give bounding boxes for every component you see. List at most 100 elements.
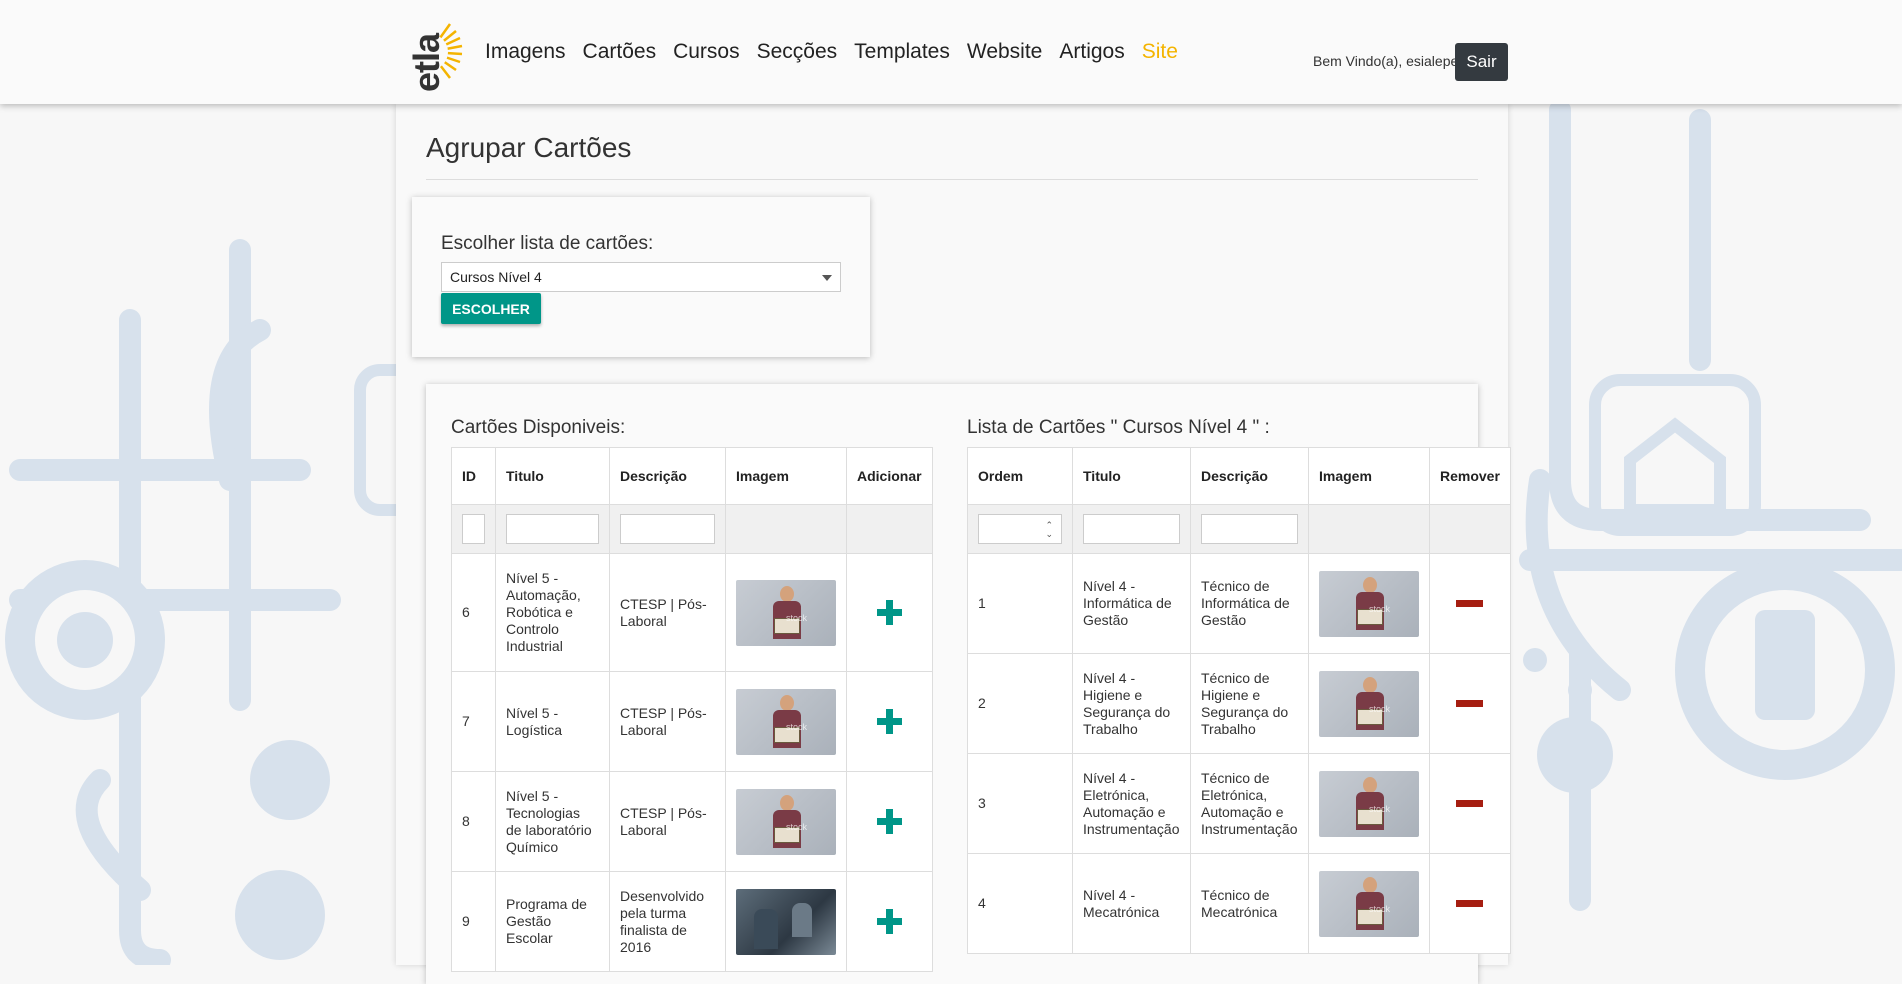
card-id: 8 bbox=[451, 771, 496, 872]
order-filter-stepper[interactable]: ⌃ ⌄ bbox=[978, 514, 1062, 544]
column-header-description[interactable]: Descrição bbox=[1190, 447, 1309, 505]
title-filter-input[interactable] bbox=[1083, 514, 1180, 544]
logo-text: etla bbox=[406, 33, 448, 93]
table-header-row: ID Titulo Descrição Imagem Adicionar bbox=[451, 447, 933, 505]
column-header-id[interactable]: ID bbox=[451, 447, 496, 505]
chevron-down-icon bbox=[822, 275, 832, 281]
remove-card-minus-icon[interactable] bbox=[1456, 600, 1484, 607]
table-row: 9 Programa de Gestão Escolar Desenvolvid… bbox=[451, 871, 933, 972]
card-order: 1 bbox=[967, 553, 1073, 654]
filter-cell: ⌃ ⌄ bbox=[967, 504, 1073, 554]
nav-link-cursos[interactable]: Cursos bbox=[673, 40, 740, 64]
column-header-title[interactable]: Titulo bbox=[1072, 447, 1191, 505]
logout-button[interactable]: Sair bbox=[1455, 43, 1508, 81]
remove-cell bbox=[1429, 753, 1511, 854]
student-thumbnail: stock bbox=[1319, 870, 1419, 937]
column-header-order[interactable]: Ordem bbox=[967, 447, 1073, 505]
filter-cell bbox=[1429, 504, 1511, 554]
filter-cell bbox=[609, 504, 726, 554]
card-description: Técnico de Informática de Gestão bbox=[1190, 553, 1309, 654]
lists-card: Cartões Disponiveis: ID Titulo Descrição… bbox=[426, 384, 1511, 984]
lab-thumbnail bbox=[736, 888, 836, 955]
nav-link-imagens[interactable]: Imagens bbox=[485, 40, 566, 64]
description-filter-input[interactable] bbox=[620, 514, 715, 544]
card-list-select[interactable]: Cursos Nível 4 bbox=[441, 262, 841, 292]
nav-link-seccoes[interactable]: Secções bbox=[757, 40, 838, 64]
table-row: 3 Nível 4 - Eletrónica, Automação e Inst… bbox=[967, 753, 1511, 854]
table-header-row: Ordem Titulo Descrição Imagem Remover bbox=[967, 447, 1511, 505]
selected-list-title: Lista de Cartões " Cursos Nível 4 " : bbox=[967, 417, 1270, 438]
table-row: 6 Nível 5 - Automação, Robótica e Contro… bbox=[451, 553, 933, 672]
student-thumbnail: stock bbox=[736, 788, 836, 855]
nav-link-site[interactable]: Site bbox=[1142, 40, 1178, 64]
card-description: CTESP | Pós-Laboral bbox=[609, 671, 726, 772]
remove-cell bbox=[1429, 853, 1511, 954]
remove-card-minus-icon[interactable] bbox=[1456, 700, 1484, 707]
nav-link-templates[interactable]: Templates bbox=[854, 40, 950, 64]
column-header-remove: Remover bbox=[1429, 447, 1511, 505]
add-card-plus-icon[interactable] bbox=[876, 909, 902, 934]
table-row: 4 Nível 4 - Mecatrónica Técnico de Mecat… bbox=[967, 853, 1511, 954]
card-title: Nível 4 - Higiene e Segurança do Trabalh… bbox=[1072, 653, 1191, 754]
filter-cell bbox=[725, 504, 847, 554]
card-image-cell: stock bbox=[1308, 653, 1430, 754]
card-description: Técnico de Eletrónica, Automação e Instr… bbox=[1190, 753, 1309, 854]
welcome-text: Bem Vindo(a), esialepe bbox=[1313, 53, 1459, 69]
card-image-cell: stock bbox=[1308, 553, 1430, 654]
student-thumbnail: stock bbox=[1319, 570, 1419, 637]
list-chooser-card: Escolher lista de cartões: Cursos Nível … bbox=[412, 197, 870, 357]
top-navbar: etla Imagens Cartões Cursos Secções Temp… bbox=[0, 0, 1902, 104]
id-filter-input[interactable] bbox=[462, 514, 485, 544]
student-thumbnail: stock bbox=[736, 688, 836, 755]
title-filter-input[interactable] bbox=[506, 514, 599, 544]
add-card-plus-icon[interactable] bbox=[876, 709, 902, 734]
student-thumbnail: stock bbox=[1319, 670, 1419, 737]
table-row: 7 Nível 5 - Logística CTESP | Pós-Labora… bbox=[451, 671, 933, 772]
card-title: Nível 5 - Automação, Robótica e Controlo… bbox=[495, 553, 610, 672]
nav-link-cartoes[interactable]: Cartões bbox=[583, 40, 657, 64]
student-thumbnail: stock bbox=[736, 579, 836, 646]
chooser-label: Escolher lista de cartões: bbox=[441, 233, 654, 254]
card-title: Programa de Gestão Escolar bbox=[495, 871, 610, 972]
add-card-plus-icon[interactable] bbox=[876, 809, 902, 834]
card-title: Nível 4 - Eletrónica, Automação e Instru… bbox=[1072, 753, 1191, 854]
card-description: Desenvolvido pela turma finalista de 201… bbox=[609, 871, 726, 972]
filter-cell bbox=[846, 504, 933, 554]
column-header-image: Imagem bbox=[725, 447, 847, 505]
selected-cards-table: Ordem Titulo Descrição Imagem Remover ⌃ ⌄… bbox=[967, 447, 1511, 954]
card-image-cell: stock bbox=[1308, 753, 1430, 854]
remove-cell bbox=[1429, 553, 1511, 654]
filter-cell bbox=[1072, 504, 1191, 554]
add-card-plus-icon[interactable] bbox=[876, 600, 902, 625]
card-image-cell bbox=[725, 871, 847, 972]
column-header-title[interactable]: Titulo bbox=[495, 447, 610, 505]
etla-logo[interactable]: etla bbox=[400, 18, 464, 92]
filter-cell bbox=[451, 504, 496, 554]
card-image-cell: stock bbox=[725, 671, 847, 772]
add-cell bbox=[846, 671, 933, 772]
filter-cell bbox=[1308, 504, 1430, 554]
title-divider bbox=[426, 179, 1478, 180]
description-filter-input[interactable] bbox=[1201, 514, 1298, 544]
table-row: 8 Nível 5 - Tecnologias de laboratório Q… bbox=[451, 771, 933, 872]
card-description: Técnico de Mecatrónica bbox=[1190, 853, 1309, 954]
main-container: Agrupar Cartões Escolher lista de cartõe… bbox=[396, 104, 1511, 984]
nav-link-website[interactable]: Website bbox=[967, 40, 1042, 64]
column-header-add: Adicionar bbox=[846, 447, 933, 505]
main-nav: Imagens Cartões Cursos Secções Templates… bbox=[485, 40, 1178, 64]
card-title: Nível 5 - Logística bbox=[495, 671, 610, 772]
remove-card-minus-icon[interactable] bbox=[1456, 900, 1484, 907]
nav-link-artigos[interactable]: Artigos bbox=[1059, 40, 1124, 64]
filter-row: ⌃ ⌄ bbox=[967, 504, 1511, 554]
column-header-description[interactable]: Descrição bbox=[609, 447, 726, 505]
card-description: CTESP | Pós-Laboral bbox=[609, 771, 726, 872]
card-order: 2 bbox=[967, 653, 1073, 754]
column-header-image: Imagem bbox=[1308, 447, 1430, 505]
card-id: 6 bbox=[451, 553, 496, 672]
card-image-cell: stock bbox=[1308, 853, 1430, 954]
card-id: 9 bbox=[451, 871, 496, 972]
card-image-cell: stock bbox=[725, 771, 847, 872]
choose-button[interactable]: ESCOLHER bbox=[441, 293, 541, 324]
remove-card-minus-icon[interactable] bbox=[1456, 800, 1484, 807]
stepper-arrows-icon[interactable]: ⌃ ⌄ bbox=[1045, 521, 1053, 539]
